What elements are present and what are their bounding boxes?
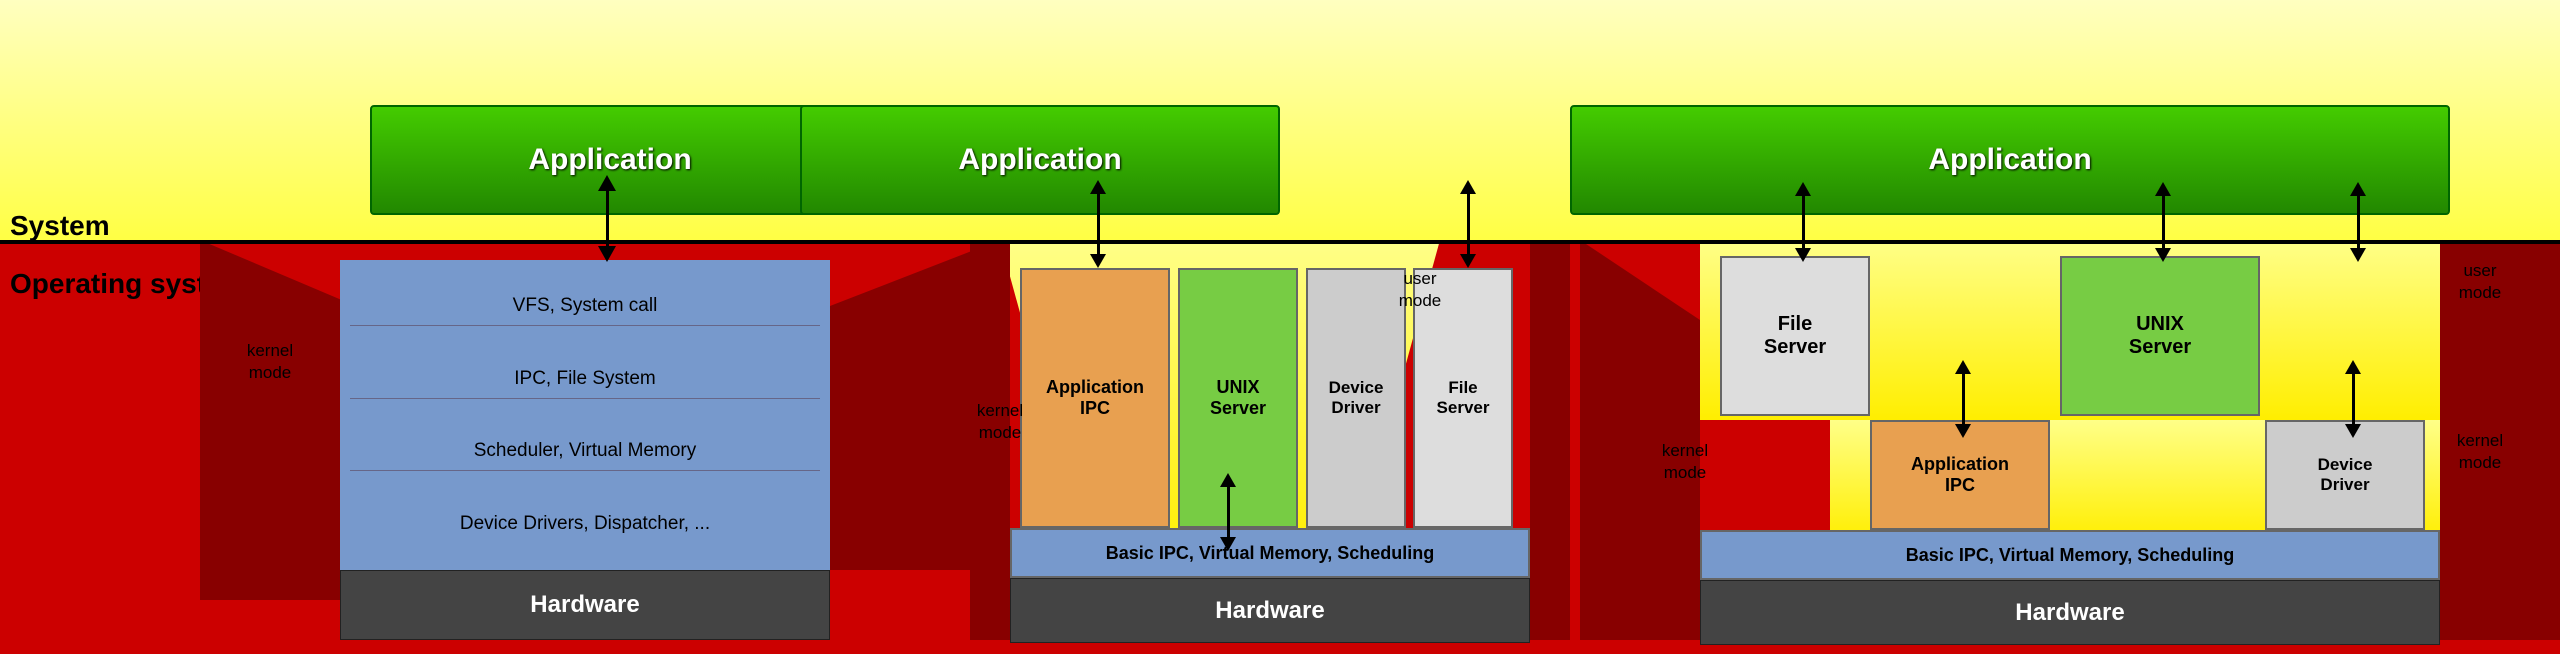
arrowline [1962,374,1965,424]
arrowhead2 [2345,424,2361,438]
col2-unix-server: UNIX Server [1178,268,1298,528]
arrowline [2162,196,2165,248]
col2-user-mode-label: usermode [1380,268,1460,312]
app-box-col3: Application [1570,105,2450,215]
arrowhead [1220,473,1236,487]
col1-kernel-content: VFS, System call IPC, File System Schedu… [340,260,830,570]
arrowhead2 [1955,424,1971,438]
col1-scheduler: Scheduler, Virtual Memory [350,432,820,471]
arrowhead2 [1795,248,1811,262]
arrowhead [1795,182,1811,196]
col1-vfs: VFS, System call [350,287,820,326]
col2-hardware: Hardware [1010,578,1530,643]
divider-line [0,240,2560,244]
col3-kernel-mode-label: kernelmode [1640,440,1730,484]
col3-unix-server: UNIX Server [2060,256,2260,416]
diagram: Monolithic Kernelbased Operating System … [0,0,2560,654]
arrowhead2 [1460,254,1476,268]
col2-basic-ipc: Basic IPC, Virtual Memory, Scheduling [1010,528,1530,578]
arrowhead2 [2350,248,2366,262]
arrowline [1227,487,1230,537]
arrowline [1802,196,1805,248]
col3-user-mode-top-label: usermode [2440,260,2520,304]
arrowhead2 [1090,254,1106,268]
col1-hardware: Hardware [340,570,830,640]
col1-kernel-mode-label: kernelmode [205,340,335,384]
arrowhead2 [1220,537,1236,551]
col3-basic-ipc: Basic IPC, Virtual Memory, Scheduling [1700,530,2440,580]
col3-arrow-1 [1795,182,1811,262]
col3-user-mode-bottom-label: kernelmode [2440,430,2520,474]
col2-kernel-mode-label: kernelmode [960,400,1040,444]
arrowline [1467,194,1470,254]
col1-kernel-box: VFS, System call IPC, File System Schedu… [340,260,830,570]
arrowhead2 [2155,248,2171,262]
col3-file-server: File Server [1720,256,1870,416]
col2-app-ipc: Application IPC [1020,268,1170,528]
arrow-head-down [598,246,616,262]
arrowline [2357,196,2360,248]
col1-arrow [598,175,616,262]
arrowhead [1955,360,1971,374]
arrowhead [2345,360,2361,374]
col1-ipc: IPC, File System [350,360,820,399]
arrowline [1097,194,1100,254]
col3-arrow-driver [2345,360,2361,438]
arrow-line [606,191,609,246]
system-label: System [10,210,110,242]
app-box-col2: Application [800,105,1280,215]
arrowhead [1090,180,1106,194]
col2-red-right [1530,240,1570,640]
col1-drivers: Device Drivers, Dispatcher, ... [350,505,820,543]
col3-hardware: Hardware [1700,580,2440,645]
arrowhead [2155,182,2171,196]
arrowhead [1460,180,1476,194]
col3-arrow-2 [2155,182,2171,262]
arrow-head-up [598,175,616,191]
arrowhead [2350,182,2366,196]
arrowline [2352,374,2355,424]
col2-arrow-1 [1090,180,1106,268]
col2-arrow-3 [1220,473,1236,551]
col2-arrow-2 [1460,180,1476,268]
col3-arrow-ipc [1955,360,1971,438]
col3-arrow-3 [2350,182,2366,262]
